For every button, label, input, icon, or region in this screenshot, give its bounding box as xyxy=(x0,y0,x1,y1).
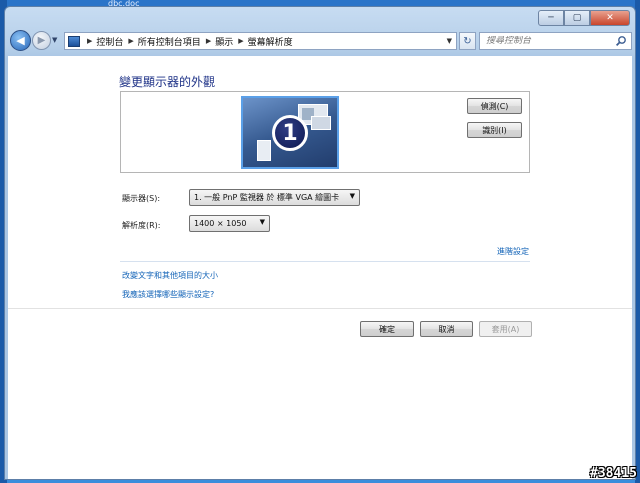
watermark: #38415 xyxy=(590,466,637,481)
monitor-1-thumbnail[interactable]: 1 xyxy=(241,96,339,169)
display-settings-help-link[interactable]: 我應該選擇哪些顯示設定? xyxy=(122,289,214,300)
back-arrow-icon: ◀ xyxy=(16,34,25,47)
resolution-label: 解析度(R): xyxy=(122,221,161,230)
breadcrumb-display[interactable]: 顯示 xyxy=(215,35,233,48)
content-pane: 變更顯示器的外觀 1 偵測(C) 識別(I) 顯示器(S): 1. 一般 PnP… xyxy=(8,56,632,479)
forward-button[interactable]: ▶ xyxy=(32,31,51,50)
display-label: 顯示器(S): xyxy=(122,194,161,203)
detect-button[interactable]: 偵測(C) xyxy=(467,98,522,114)
breadcrumb-separator-icon[interactable]: ▶ xyxy=(87,37,92,45)
chevron-down-icon: ▼ xyxy=(259,218,265,226)
address-bar[interactable]: ▶ 控制台 ▶ 所有控制台項目 ▶ 顯示 ▶ 螢幕解析度 ▼ xyxy=(64,32,457,50)
search-icon[interactable] xyxy=(615,35,627,47)
display-select-value: 1. 一般 PnP 監視器 於 標準 VGA 繪圖卡 xyxy=(194,193,340,202)
apply-button[interactable]: 套用(A) xyxy=(479,321,532,337)
cancel-button[interactable]: 取消 xyxy=(420,321,473,337)
display-select[interactable]: 1. 一般 PnP 監視器 於 標準 VGA 繪圖卡 ▼ xyxy=(189,189,360,206)
recent-pages-dropdown[interactable]: ▼ xyxy=(52,36,61,46)
text-size-link[interactable]: 改變文字和其他項目的大小 xyxy=(122,270,218,281)
resolution-select-value: 1400 × 1050 xyxy=(194,219,247,228)
breadcrumb-control-panel[interactable]: 控制台 xyxy=(96,35,123,48)
breadcrumb-all-items[interactable]: 所有控制台項目 xyxy=(138,35,201,48)
resolution-select[interactable]: 1400 × 1050 ▼ xyxy=(189,215,270,232)
forward-arrow-icon: ▶ xyxy=(37,35,46,46)
minimize-button[interactable]: ─ xyxy=(538,10,564,26)
divider xyxy=(120,261,530,262)
close-button[interactable]: ✕ xyxy=(590,10,630,26)
footer-divider xyxy=(8,308,632,309)
navigation-row: ◀ ▶ ▼ ▶ 控制台 ▶ 所有控制台項目 ▶ 顯示 ▶ 螢幕解析度 ▼ ↻ xyxy=(8,29,634,53)
search-input[interactable] xyxy=(486,36,606,46)
monitor-preview-area: 1 偵測(C) 識別(I) xyxy=(120,91,530,173)
caption-buttons: ─ ▢ ✕ xyxy=(538,10,630,26)
control-panel-window: ─ ▢ ✕ ◀ ▶ ▼ ▶ 控制台 ▶ 所有控制台項目 ▶ 顯示 ▶ 螢幕解析度… xyxy=(4,6,636,480)
breadcrumb-screen-resolution[interactable]: 螢幕解析度 xyxy=(248,35,293,48)
address-dropdown-icon[interactable]: ▼ xyxy=(447,37,452,45)
control-panel-icon xyxy=(68,35,80,47)
monitor-window-graphic xyxy=(311,116,331,130)
monitor-number-badge: 1 xyxy=(272,115,308,151)
breadcrumb-separator-icon[interactable]: ▶ xyxy=(128,37,133,45)
search-box[interactable] xyxy=(479,32,632,50)
chevron-down-icon: ▼ xyxy=(349,192,355,200)
breadcrumb-separator-icon[interactable]: ▶ xyxy=(238,37,243,45)
back-button[interactable]: ◀ xyxy=(10,30,31,51)
monitor-window-graphic xyxy=(257,140,271,161)
refresh-icon: ↻ xyxy=(463,35,472,47)
ok-button[interactable]: 確定 xyxy=(360,321,414,337)
refresh-button[interactable]: ↻ xyxy=(459,32,476,50)
advanced-settings-link[interactable]: 進階設定 xyxy=(497,246,529,257)
identify-button[interactable]: 識別(I) xyxy=(467,122,522,138)
breadcrumb-separator-icon[interactable]: ▶ xyxy=(206,37,211,45)
maximize-button[interactable]: ▢ xyxy=(564,10,590,26)
page-title: 變更顯示器的外觀 xyxy=(119,75,216,89)
